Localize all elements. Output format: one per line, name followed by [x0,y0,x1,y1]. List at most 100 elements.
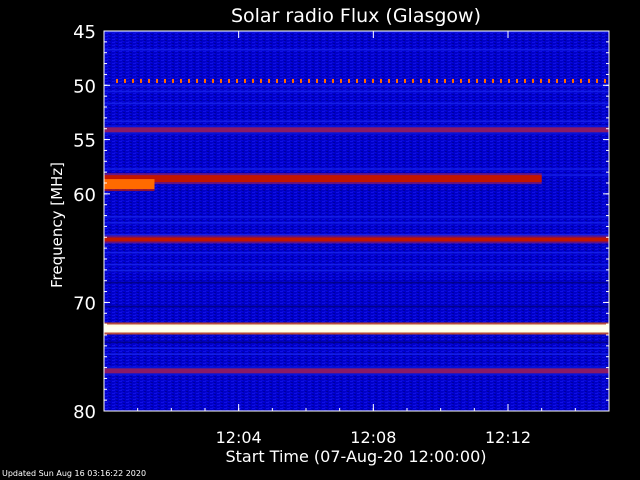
band-mark [260,78,262,83]
band-mark [372,78,374,83]
band-mark [500,78,502,83]
band-mark [492,78,494,83]
background-streak [104,341,609,344]
x-tick-label: 12:04 [216,428,262,447]
background-streak [104,251,609,254]
band-mark [252,78,254,83]
band-mark [132,78,134,83]
band-mark [104,127,609,133]
band-mark [156,78,158,83]
y-tick-label: 70 [73,293,96,314]
background-streak [104,263,609,266]
band-mark [104,368,609,374]
band-mark [564,78,566,83]
band-mark [452,78,454,83]
band-mark [196,78,198,83]
y-tick-label: 80 [73,402,96,423]
band-mark [324,78,326,83]
band-mark [428,78,430,83]
band-mark [172,78,174,83]
band-mark [604,78,606,83]
background-streak [104,216,609,218]
band-mark [104,179,155,190]
band-mark [140,78,142,83]
band-core [104,326,609,331]
y-tick-label: 60 [73,185,96,206]
band-mark [524,78,526,83]
background-streak [104,48,609,51]
band-mark [188,78,190,83]
band-mark [540,78,542,83]
band-mark [484,78,486,83]
band-mark [104,237,609,242]
band-mark [396,78,398,83]
background-streak [104,90,609,93]
band-mark [332,78,334,83]
band-mark [556,78,558,83]
band-mark [308,78,310,83]
band-mark [596,78,598,83]
band-mark [340,78,342,83]
x-axis-label: Start Time (07-Aug-20 12:00:00) [226,447,487,466]
band-mark [300,78,302,83]
band-mark [268,78,270,83]
band-mark [388,78,390,83]
y-tick-label: 55 [73,131,96,152]
band-mark [444,78,446,83]
background-streak [104,353,609,355]
band-mark [572,78,574,83]
background-streak [104,102,609,105]
band-mark [508,78,510,83]
band-mark [532,78,534,83]
band-mark [476,78,478,83]
background-streak [104,168,609,170]
plot-area [104,31,609,411]
x-tick-label: 12:08 [350,428,396,447]
band-mark [516,78,518,83]
band-mark [404,78,406,83]
band-mark [276,78,278,83]
band-mark [148,78,150,83]
spectrogram-chart: Solar radio Flux (Glasgow) 455055607080 … [48,5,610,466]
y-axis-label: Frequency [MHz] [48,162,66,288]
band-mark [468,78,470,83]
band-mark [580,78,582,83]
y-tick-label: 45 [73,22,96,43]
band-mark [236,78,238,83]
band-mark [292,78,294,83]
band-mark [436,78,438,83]
band-mark [284,78,286,83]
band-mark [228,78,230,83]
background-streak [104,84,609,87]
background-streak [104,120,609,123]
background-streak [104,347,609,349]
band-mark [460,78,462,83]
x-tick-label: 12:12 [485,428,531,447]
background-streak [104,269,609,272]
band-mark [116,78,118,83]
chart-title: Solar radio Flux (Glasgow) [231,5,481,27]
band-mark [180,78,182,83]
band-mark [348,78,350,83]
background-streak [104,305,609,308]
band-mark [212,78,214,83]
band-mark [124,78,126,83]
band-mark [356,78,358,83]
band-mark [412,78,414,83]
band-mark [220,78,222,83]
band-mark [380,78,382,83]
band-mark [244,78,246,83]
background-streak [104,222,609,224]
band-mark [548,78,550,83]
background-streak [104,234,609,236]
background-streak [104,281,609,284]
band-mark [164,78,166,83]
band-mark [588,78,590,83]
band-mark [364,78,366,83]
band-mark [316,78,318,83]
band-mark [204,78,206,83]
y-tick-label: 50 [73,76,96,97]
updated-timestamp: Updated Sun Aug 16 03:16:22 2020 [2,469,147,478]
band-mark [420,78,422,83]
band-mark [104,175,542,183]
